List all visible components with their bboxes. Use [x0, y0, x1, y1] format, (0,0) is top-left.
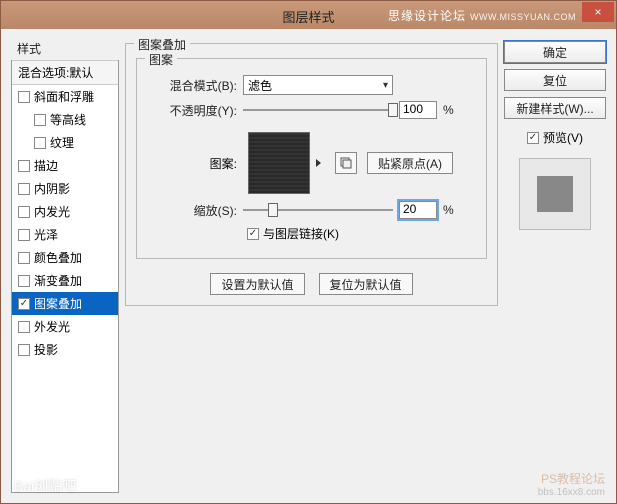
styles-header: 样式 — [11, 37, 119, 60]
cancel-button[interactable]: 复位 — [504, 69, 606, 91]
style-label: 内阴影 — [34, 180, 70, 197]
watermark-bottom-right: PS教程论坛 bbs.16xx8.com — [538, 470, 605, 498]
pattern-fieldset: 图案 混合模式(B): 滤色 ▾ 不透明度(Y): 100 — [136, 58, 487, 259]
style-item-0[interactable]: 斜面和浮雕 — [12, 85, 118, 108]
opacity-row: 不透明度(Y): 100 % — [147, 101, 476, 119]
opacity-thumb[interactable] — [388, 103, 398, 117]
style-label: 渐变叠加 — [34, 272, 82, 289]
style-item-10[interactable]: 外发光 — [12, 315, 118, 338]
opacity-label: 不透明度(Y): — [147, 102, 237, 119]
style-item-4[interactable]: 内阴影 — [12, 177, 118, 200]
link-with-layer-row: 与图层链接(K) — [247, 225, 476, 242]
opacity-input[interactable]: 100 — [399, 101, 437, 119]
scale-thumb[interactable] — [268, 203, 278, 217]
new-preset-icon — [339, 156, 353, 170]
pattern-swatch-wrap — [247, 131, 325, 195]
style-label: 描边 — [34, 157, 58, 174]
style-checkbox[interactable] — [18, 298, 30, 310]
blend-mode-value: 滤色 — [248, 77, 272, 94]
options-panel: 图案叠加 图案 混合模式(B): 滤色 ▾ 不透明度(Y): — [125, 37, 498, 493]
watermark-bottom-left: Bai创贴吧 — [14, 476, 76, 496]
preview-label: 预览(V) — [543, 129, 583, 146]
blend-mode-dropdown[interactable]: 滤色 ▾ — [243, 75, 393, 95]
style-item-7[interactable]: 颜色叠加 — [12, 246, 118, 269]
reset-default-button[interactable]: 复位为默认值 — [319, 273, 413, 295]
preview-box — [519, 158, 591, 230]
style-item-9[interactable]: 图案叠加 — [12, 292, 118, 315]
style-label: 光泽 — [34, 226, 58, 243]
style-label: 外发光 — [34, 318, 70, 335]
style-checkbox[interactable] — [18, 321, 30, 333]
style-label: 斜面和浮雕 — [34, 88, 94, 105]
style-item-6[interactable]: 光泽 — [12, 223, 118, 246]
style-label: 颜色叠加 — [34, 249, 82, 266]
dialog-body: 样式 混合选项:默认 斜面和浮雕等高线纹理描边内阴影内发光光泽颜色叠加渐变叠加图… — [1, 29, 616, 503]
action-panel: 确定 复位 新建样式(W)... 预览(V) — [504, 37, 606, 493]
scale-slider[interactable] — [243, 202, 393, 218]
style-checkbox[interactable] — [34, 114, 46, 126]
style-label: 纹理 — [50, 134, 74, 151]
style-item-11[interactable]: 投影 — [12, 338, 118, 361]
new-preset-button[interactable] — [335, 152, 357, 174]
pattern-label: 图案: — [147, 155, 237, 172]
watermark-br-2: bbs.16xx8.com — [538, 487, 605, 498]
style-checkbox[interactable] — [18, 344, 30, 356]
style-checkbox[interactable] — [34, 137, 46, 149]
style-item-8[interactable]: 渐变叠加 — [12, 269, 118, 292]
style-checkbox[interactable] — [18, 275, 30, 287]
scale-row: 缩放(S): 20 % — [147, 201, 476, 219]
pattern-overlay-fieldset: 图案叠加 图案 混合模式(B): 滤色 ▾ 不透明度(Y): — [125, 43, 498, 306]
opacity-slider[interactable] — [243, 102, 393, 118]
inner-legend: 图案 — [145, 51, 177, 68]
layer-style-dialog: 图层样式 思缘设计论坛WWW.MISSYUAN.COM × 样式 混合选项:默认… — [0, 0, 617, 504]
snap-origin-button[interactable]: 贴紧原点(A) — [367, 152, 453, 174]
chevron-down-icon: ▾ — [383, 80, 388, 91]
style-label: 内发光 — [34, 203, 70, 220]
scale-label: 缩放(S): — [147, 202, 237, 219]
watermark-en: WWW.MISSYUAN.COM — [470, 12, 576, 22]
link-with-layer-label: 与图层链接(K) — [263, 225, 339, 242]
title-watermark: 思缘设计论坛 WWW.MISSYUAN.COM — [388, 7, 576, 24]
style-checkbox[interactable] — [18, 252, 30, 264]
blend-options-default[interactable]: 混合选项:默认 — [12, 60, 118, 85]
link-with-layer-checkbox[interactable] — [247, 228, 259, 240]
ok-button[interactable]: 确定 — [504, 41, 606, 63]
scale-input[interactable]: 20 — [399, 201, 437, 219]
style-item-2[interactable]: 纹理 — [12, 131, 118, 154]
new-style-button[interactable]: 新建样式(W)... — [504, 97, 606, 119]
default-buttons-row: 设置为默认值 复位为默认值 — [136, 273, 487, 295]
style-checkbox[interactable] — [18, 91, 30, 103]
style-checkbox[interactable] — [18, 160, 30, 172]
blend-mode-label: 混合模式(B): — [147, 77, 237, 94]
blend-mode-row: 混合模式(B): 滤色 ▾ — [147, 75, 476, 95]
close-button[interactable]: × — [582, 2, 614, 22]
close-icon: × — [594, 5, 601, 19]
preview-swatch — [537, 176, 573, 212]
style-label: 图案叠加 — [34, 295, 82, 312]
titlebar: 图层样式 思缘设计论坛WWW.MISSYUAN.COM × — [1, 1, 616, 29]
style-item-5[interactable]: 内发光 — [12, 200, 118, 223]
style-checkbox[interactable] — [18, 183, 30, 195]
opacity-unit: % — [443, 103, 454, 117]
style-item-1[interactable]: 等高线 — [12, 108, 118, 131]
preview-checkbox[interactable] — [527, 132, 539, 144]
style-checkbox[interactable] — [18, 229, 30, 241]
watermark-cn: 思缘设计论坛 — [388, 9, 466, 23]
styles-panel: 样式 混合选项:默认 斜面和浮雕等高线纹理描边内阴影内发光光泽颜色叠加渐变叠加图… — [11, 37, 119, 493]
preview-row: 预览(V) — [504, 129, 606, 146]
style-checkbox[interactable] — [18, 206, 30, 218]
style-label: 投影 — [34, 341, 58, 358]
set-default-button[interactable]: 设置为默认值 — [210, 273, 304, 295]
styles-list: 混合选项:默认 斜面和浮雕等高线纹理描边内阴影内发光光泽颜色叠加渐变叠加图案叠加… — [11, 60, 119, 493]
pattern-picker[interactable] — [248, 132, 310, 194]
scale-unit: % — [443, 203, 454, 217]
pattern-row: 图案: 贴紧原点(A) — [147, 131, 476, 195]
watermark-br-1: PS教程论坛 — [538, 470, 605, 487]
style-label: 等高线 — [50, 111, 86, 128]
style-item-3[interactable]: 描边 — [12, 154, 118, 177]
